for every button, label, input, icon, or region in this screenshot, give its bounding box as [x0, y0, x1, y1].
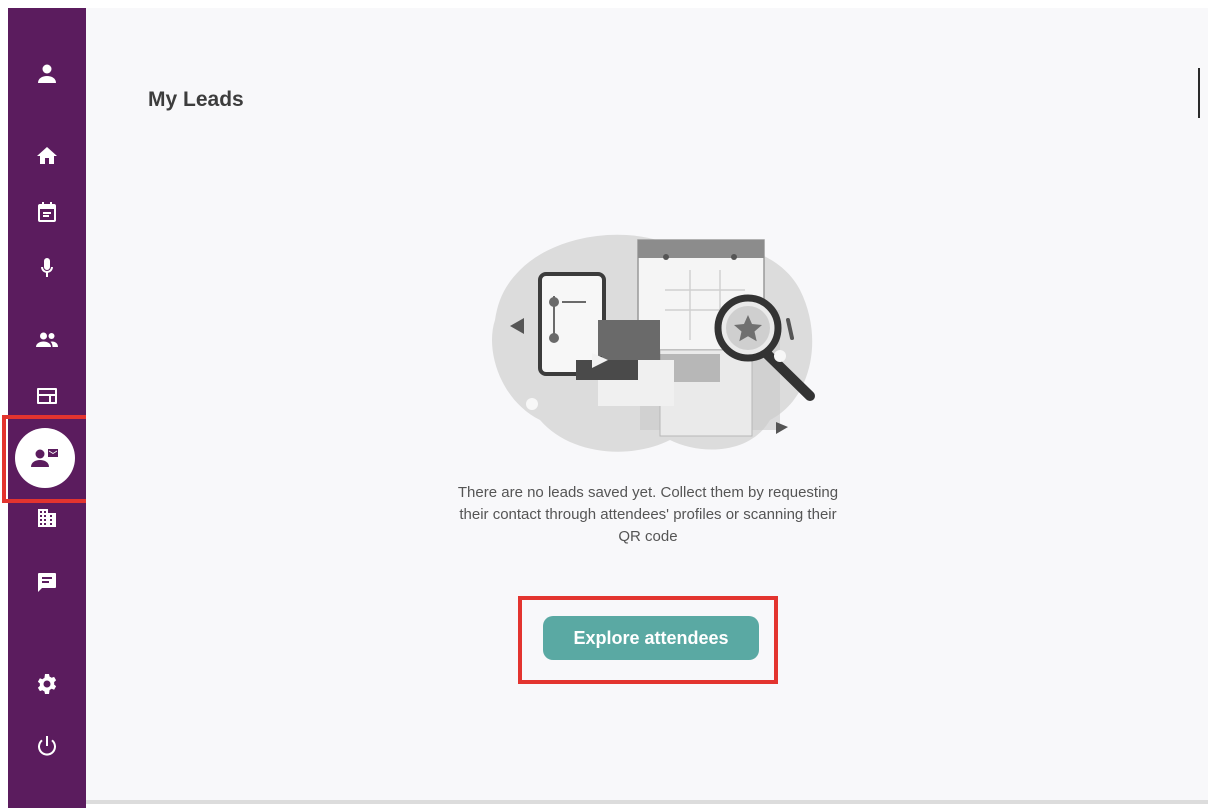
sidebar-item-leads[interactable]: [15, 428, 75, 488]
sidebar-item-settings[interactable]: [27, 664, 67, 704]
sidebar-item-logout[interactable]: [27, 726, 67, 766]
calendar-icon: [38, 202, 56, 222]
microphone-icon: [41, 258, 53, 277]
sidebar-item-sessions[interactable]: [27, 376, 67, 416]
scrollbar[interactable]: [1198, 68, 1200, 118]
sidebar-item-agenda[interactable]: [27, 192, 67, 232]
layout-icon: [37, 388, 57, 404]
gear-icon: [37, 674, 57, 694]
page-title: My Leads: [148, 88, 244, 111]
empty-leads-illustration: [492, 234, 815, 452]
home-icon: [37, 147, 57, 164]
people-icon: [36, 332, 58, 347]
sidebar-item-speakers[interactable]: [27, 248, 67, 288]
sidebar-item-home[interactable]: [27, 136, 67, 176]
person-icon: [38, 64, 56, 83]
building-icon: [38, 509, 56, 527]
sidebar-item-exhibitors[interactable]: [27, 498, 67, 538]
sidebar-nav: [8, 8, 86, 808]
main-content: My Leads There are no leads saved yet. C…: [86, 8, 1208, 804]
empty-state-message: There are no leads saved yet. Collect th…: [457, 484, 839, 545]
power-icon: [38, 736, 56, 756]
sidebar-item-messages[interactable]: [27, 562, 67, 602]
sidebar-item-attendees[interactable]: [27, 320, 67, 360]
contact-mail-icon: [31, 449, 58, 467]
chat-icon: [38, 573, 56, 592]
sidebar-item-profile[interactable]: [27, 54, 67, 94]
app-window: My Leads There are no leads saved yet. C…: [0, 0, 1216, 812]
explore-attendees-button[interactable]: Explore attendees: [543, 616, 759, 660]
